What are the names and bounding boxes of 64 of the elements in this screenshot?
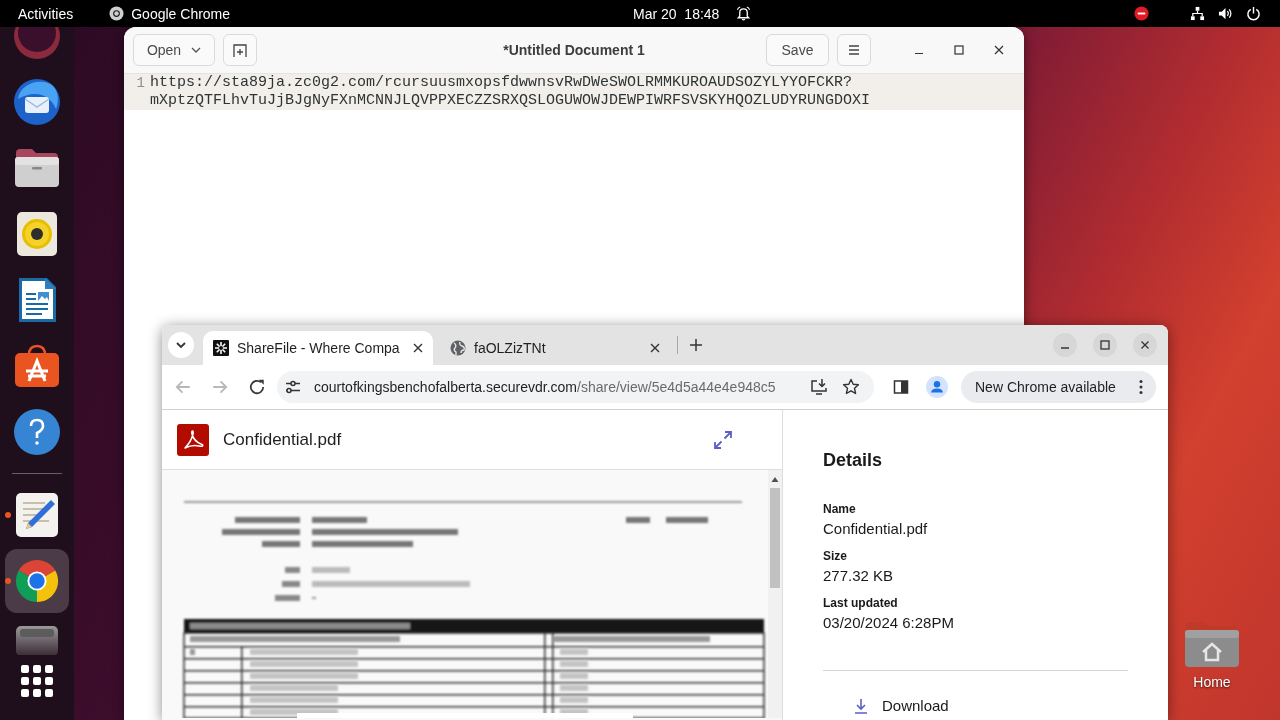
expand-icon[interactable] — [713, 429, 733, 450]
field-label: Name — [823, 502, 856, 516]
close-icon[interactable] — [650, 343, 660, 353]
field-value: Confidential.pdf — [823, 520, 928, 537]
speaker-icon — [14, 211, 60, 257]
save-button[interactable]: Save — [766, 34, 829, 66]
monitor-download-icon[interactable] — [810, 378, 828, 396]
minimize-icon[interactable] — [1053, 333, 1077, 357]
notification-bell-icon[interactable] — [736, 6, 752, 21]
help-icon — [14, 409, 60, 455]
site-logo-icon — [213, 340, 229, 356]
file-name: Confidential.pdf — [223, 429, 343, 450]
chevron-down-icon — [191, 47, 202, 53]
home-label[interactable]: Home — [1193, 674, 1231, 690]
field-label: Size — [823, 549, 847, 563]
main-menu-button[interactable] — [837, 34, 871, 66]
network-icon[interactable] — [1190, 6, 1205, 21]
dock-button[interactable] — [5, 549, 69, 613]
new-tab-button[interactable] — [223, 34, 257, 66]
bookmark-star-icon[interactable] — [842, 378, 860, 396]
download-button[interactable]: Download — [853, 697, 949, 714]
maximize-icon[interactable] — [954, 45, 964, 55]
scrollbar[interactable] — [768, 470, 782, 718]
tab-plus-icon — [232, 42, 248, 58]
home-folder-icon[interactable] — [1184, 620, 1240, 668]
browser-logo-icon — [14, 558, 60, 604]
volume-icon[interactable] — [1218, 6, 1233, 21]
shopping-bag-icon — [14, 343, 60, 389]
window-title: *Untitled Document 1 — [503, 42, 645, 58]
sliders-icon[interactable] — [285, 379, 301, 395]
field-value: 03/20/2024 6:28PM — [823, 614, 954, 631]
kebab-menu-icon — [1139, 379, 1143, 395]
bird-envelope-icon — [14, 79, 60, 125]
activities-button[interactable]: Activities — [18, 5, 74, 22]
browser-tab[interactable]: ShareFile - Where Compa — [203, 331, 433, 365]
reload-icon[interactable] — [248, 378, 266, 396]
minus-circle-icon[interactable] — [1134, 6, 1149, 21]
app-menu[interactable]: Google Chrome — [109, 5, 231, 22]
field-label: Last updated — [823, 596, 898, 610]
power-icon[interactable] — [1246, 6, 1261, 21]
open-button[interactable]: Open — [133, 34, 215, 66]
close-icon[interactable] — [413, 343, 423, 353]
address-bar[interactable]: courtofkingsbenchofalberta.securevdr.com/share/view/5e4d5a44e4e948c5 — [277, 371, 874, 403]
chevron-down-icon[interactable] — [167, 331, 195, 359]
close-icon[interactable] — [994, 45, 1004, 55]
side-panel-icon[interactable] — [893, 379, 909, 395]
app-logo-icon — [109, 6, 125, 21]
profile-avatar-icon[interactable] — [926, 376, 948, 398]
plus-icon[interactable] — [690, 339, 702, 351]
globe-icon — [450, 340, 466, 356]
pdf-file-icon — [177, 423, 209, 456]
details-heading: Details — [823, 450, 883, 471]
line-number: 1 — [135, 74, 146, 93]
browser-tab[interactable]: faOLZizTNt — [440, 331, 670, 365]
update-button[interactable]: New Chrome available — [961, 371, 1156, 403]
maximize-icon[interactable] — [1093, 333, 1117, 357]
clock[interactable]: Mar 20 18:48 — [633, 5, 720, 22]
download-icon — [853, 697, 869, 714]
line-text: https://sta89ja.zc0g2.com/rcursuusmxopsfdwwnsvRwDWeSWOLRMMKUROAUDSOZYLYYOFCKR? mXptzQTFLhvTuJjBJgNyFXnMCNNJLQVPPXECZZSRXQSLOGUWOWJDEWPIWRFSVSKYHQOZLUDYRUNGDOXI — [150, 74, 871, 110]
app-grid-icon[interactable] — [21, 665, 53, 697]
field-value: 277.32 KB — [823, 567, 894, 584]
notepad-pencil-icon — [14, 492, 60, 538]
menu-icon — [846, 42, 862, 58]
url-text: courtofkingsbenchofalberta.securevdr.com/share/view/5e4d5a44e4e948c5 — [314, 379, 777, 395]
